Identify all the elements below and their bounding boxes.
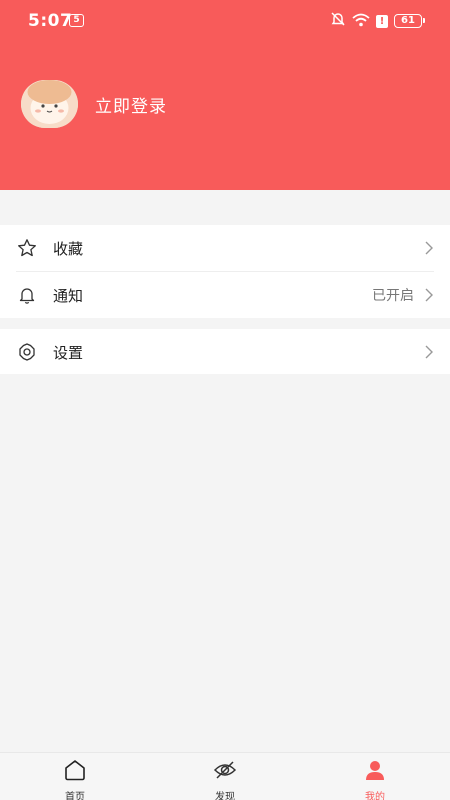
chevron-right-icon: [424, 287, 434, 303]
tab-discover[interactable]: 发现: [150, 753, 300, 800]
menu-label-notifications: 通知: [53, 286, 84, 305]
chevron-right-icon: [424, 344, 434, 360]
battery-icon: 61: [394, 14, 425, 28]
tab-label-mine: 我的: [365, 792, 385, 800]
user-icon: [363, 759, 387, 785]
bottom-tab-bar: 首页 发现 我的: [0, 752, 450, 800]
wifi-icon: [352, 12, 370, 31]
menu-label-settings: 设置: [53, 343, 84, 362]
menu-item-notifications[interactable]: 通知 已开启: [0, 272, 450, 318]
menu-group-1: 收藏 通知 已开启: [0, 225, 450, 318]
chevron-right-icon: [424, 240, 434, 256]
menu-group-2: 设置: [0, 329, 450, 374]
profile-header: 5:07 5 ! 61 立即登录: [0, 0, 450, 190]
login-link[interactable]: 立即登录: [95, 92, 167, 117]
login-row[interactable]: 立即登录: [21, 80, 167, 128]
eye-icon: [213, 759, 237, 785]
home-icon: [63, 759, 87, 785]
notification-badge-icon: 5: [69, 14, 84, 27]
mute-bell-icon: [330, 11, 346, 31]
menu-item-favorites[interactable]: 收藏: [0, 225, 450, 271]
menu-item-settings[interactable]: 设置: [0, 329, 450, 375]
notifications-status: 已开启: [372, 288, 414, 304]
status-time: 5:07: [28, 11, 73, 31]
gear-icon: [16, 341, 38, 363]
star-icon: [16, 237, 38, 259]
avatar[interactable]: [21, 80, 78, 128]
status-icons: ! 61: [330, 11, 425, 31]
status-bar: 5:07 5 ! 61: [0, 0, 450, 40]
tab-label-home: 首页: [65, 792, 85, 800]
tab-label-discover: 发现: [215, 792, 235, 800]
tab-mine[interactable]: 我的: [300, 753, 450, 800]
tab-home[interactable]: 首页: [0, 753, 150, 800]
alert-icon: !: [376, 14, 388, 28]
menu-label-favorites: 收藏: [53, 239, 84, 258]
bell-icon: [16, 284, 38, 306]
